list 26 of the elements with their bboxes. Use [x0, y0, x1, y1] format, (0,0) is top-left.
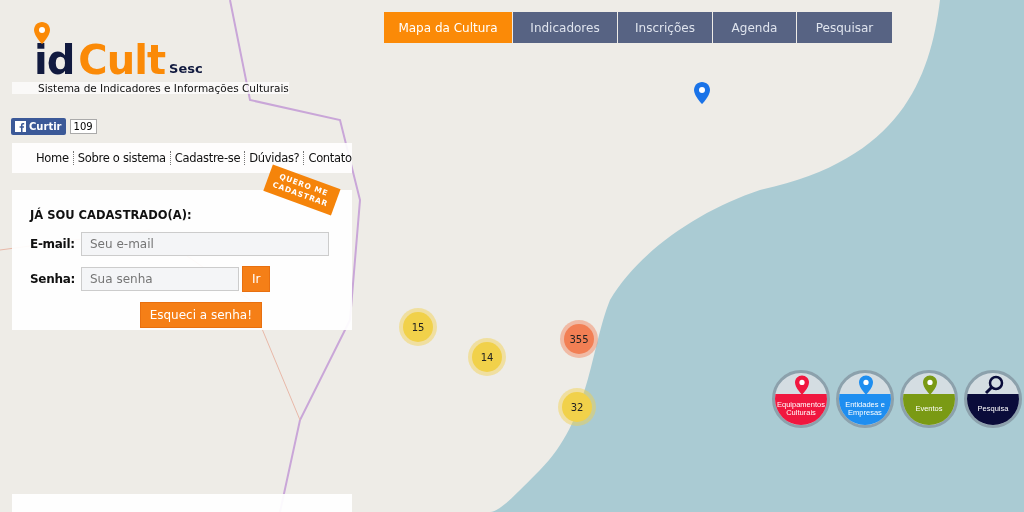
- location-pin-icon[interactable]: [694, 82, 710, 104]
- facebook-icon: [15, 121, 26, 132]
- logo-text: Cult: [78, 40, 165, 80]
- tagline: Sistema de Indicadores e Informações Culturais: [12, 82, 289, 94]
- nav-link[interactable]: Contato: [303, 151, 356, 165]
- email-field[interactable]: Seu e-mail: [81, 232, 329, 256]
- nav-link[interactable]: Sobre o sistema: [72, 151, 170, 165]
- nav-tab[interactable]: Agenda: [713, 12, 796, 43]
- logo-text: id: [34, 40, 75, 80]
- nav-tab[interactable]: Inscrições: [618, 12, 712, 43]
- pin-icon: [923, 375, 937, 395]
- pin-icon: [795, 375, 809, 395]
- search-icon: [984, 375, 1004, 395]
- like-count: 109: [69, 119, 97, 134]
- logo-subtitle: Sesc: [169, 61, 203, 76]
- nav-tab[interactable]: Pesquisar: [797, 12, 892, 43]
- login-title: JÁ SOU CADASTRADO(A):: [30, 208, 193, 222]
- nav-link[interactable]: Cadastre-se: [169, 151, 245, 165]
- pin-icon: [859, 375, 873, 395]
- password-label: Senha:: [30, 272, 76, 286]
- pin-icon: [34, 22, 50, 44]
- email-label: E-mail:: [30, 237, 76, 251]
- password-field[interactable]: Sua senha: [81, 267, 239, 291]
- nav-link[interactable]: Home: [32, 151, 73, 165]
- nav-tab[interactable]: Indicadores: [513, 12, 617, 43]
- like-button[interactable]: Curtir: [11, 118, 66, 135]
